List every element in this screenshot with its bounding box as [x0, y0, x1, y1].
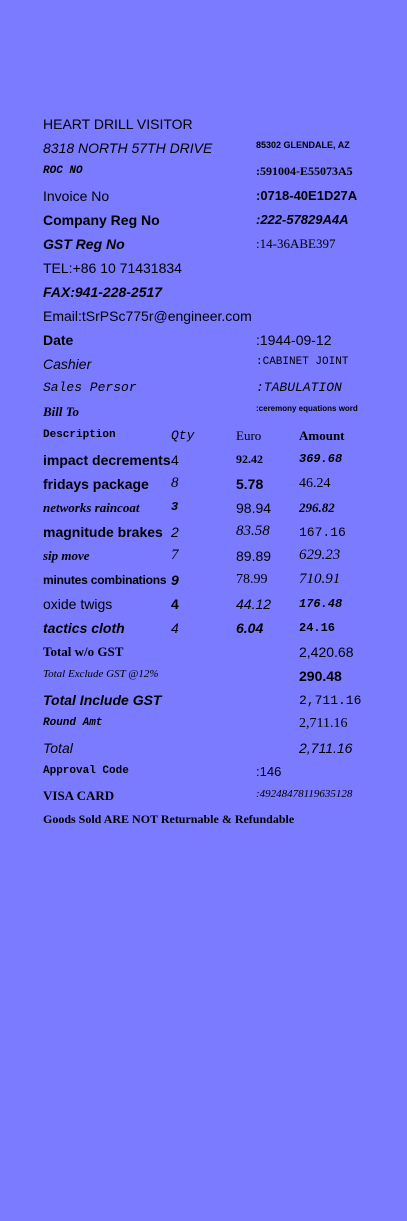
item-price: 6.04 — [236, 620, 264, 636]
item-qty: 8 — [171, 475, 179, 491]
item-qty: 4 — [171, 452, 179, 468]
column-header-price: Euro — [236, 428, 262, 443]
company-name: HEART DRILL VISITOR — [43, 116, 193, 132]
total-include-gst-label: Total Include GST — [43, 692, 162, 708]
invoice-value: :0718-40E1D27A — [256, 188, 358, 203]
item-description: oxide twigs — [43, 596, 113, 612]
item-description: minutes combinations — [43, 573, 167, 587]
fax: FAX:941-228-2517 — [43, 284, 163, 300]
grand-total-label: Total — [43, 740, 73, 756]
item-description: tactics cloth — [43, 620, 125, 636]
item-price: 44.12 — [236, 596, 272, 612]
approval-code-value: :146 — [256, 764, 282, 779]
item-qty: 4 — [171, 596, 179, 612]
item-qty: 2 — [171, 524, 179, 540]
company-reg-label: Company Reg No — [43, 212, 160, 228]
item-description: magnitude brakes — [43, 524, 163, 540]
cashier-value: :CABINET JOINT — [256, 356, 349, 368]
gst-reg-value: :14-36ABE397 — [256, 236, 336, 251]
grand-total-value: 2,711.16 — [299, 740, 353, 756]
round-amount-value: 2,711.16 — [299, 716, 348, 731]
item-price: 78.99 — [236, 572, 268, 587]
company-city: 85302 GLENDALE, AZ — [256, 140, 350, 150]
item-amount: 46.24 — [299, 476, 331, 491]
item-qty: 9 — [171, 572, 179, 588]
item-price: 89.89 — [236, 548, 272, 564]
roc-value: :591004-E55073A5 — [256, 164, 353, 178]
item-price: 92.42 — [236, 452, 263, 466]
item-qty: 3 — [171, 500, 179, 514]
bill-to-value: :ceremony equations word — [256, 404, 358, 413]
item-description: networks raincoat — [43, 500, 140, 515]
column-header-description: Description — [43, 429, 116, 441]
item-amount: 296.82 — [299, 500, 335, 515]
item-amount: 167.16 — [299, 525, 346, 540]
approval-code-label: Approval Code — [43, 765, 129, 777]
roc-label: ROC NO — [43, 165, 83, 177]
round-amount-label: Round Amt — [43, 717, 103, 729]
item-amount: 369.68 — [299, 452, 343, 466]
company-reg-value: :222-57829A4A — [256, 212, 349, 227]
item-description: impact decrements — [43, 452, 171, 468]
item-qty: 4 — [171, 620, 179, 636]
cashier-label: Cashier — [43, 356, 92, 372]
column-header-amount: Amount — [299, 428, 345, 443]
total-exclude-gst-value: 290.48 — [299, 668, 342, 684]
item-amount: 710.91 — [299, 571, 341, 587]
item-price: 5.78 — [236, 476, 264, 492]
sales-person-value: :TABULATION — [256, 380, 342, 395]
total-without-gst-label: Total w/o GST — [43, 644, 124, 659]
column-header-qty: Qty — [171, 428, 195, 443]
return-policy-notice: Goods Sold ARE NOT Returnable & Refundab… — [43, 812, 295, 826]
company-address: 8318 NORTH 57TH DRIVE — [43, 140, 213, 156]
item-amount: 24.16 — [299, 621, 336, 635]
date-label: Date — [43, 332, 74, 348]
item-amount: 629.23 — [299, 547, 341, 563]
item-price: 83.58 — [236, 523, 270, 539]
date-value: :1944-09-12 — [256, 332, 332, 348]
bill-to-label: Bill To — [43, 404, 80, 419]
email: Email:tSrPSc775r@engineer.com — [43, 308, 252, 324]
item-qty: 7 — [171, 547, 179, 563]
invoice-label: Invoice No — [43, 188, 110, 204]
item-amount: 176.48 — [299, 597, 343, 611]
item-description: fridays package — [43, 476, 149, 492]
item-price: 98.94 — [236, 500, 272, 516]
item-description: sip move — [43, 548, 90, 563]
total-exclude-gst-label: Total Exclude GST @12% — [43, 668, 159, 680]
card-type-label: VISA CARD — [43, 788, 115, 803]
gst-reg-label: GST Reg No — [43, 236, 125, 252]
total-include-gst-value: 2,711.16 — [299, 693, 362, 708]
card-number: :49248478119635128 — [256, 788, 353, 800]
sales-person-label: Sales Persor — [43, 380, 137, 395]
total-without-gst-value: 2,420.68 — [299, 644, 354, 660]
telephone: TEL:+86 10 71431834 — [43, 260, 182, 276]
